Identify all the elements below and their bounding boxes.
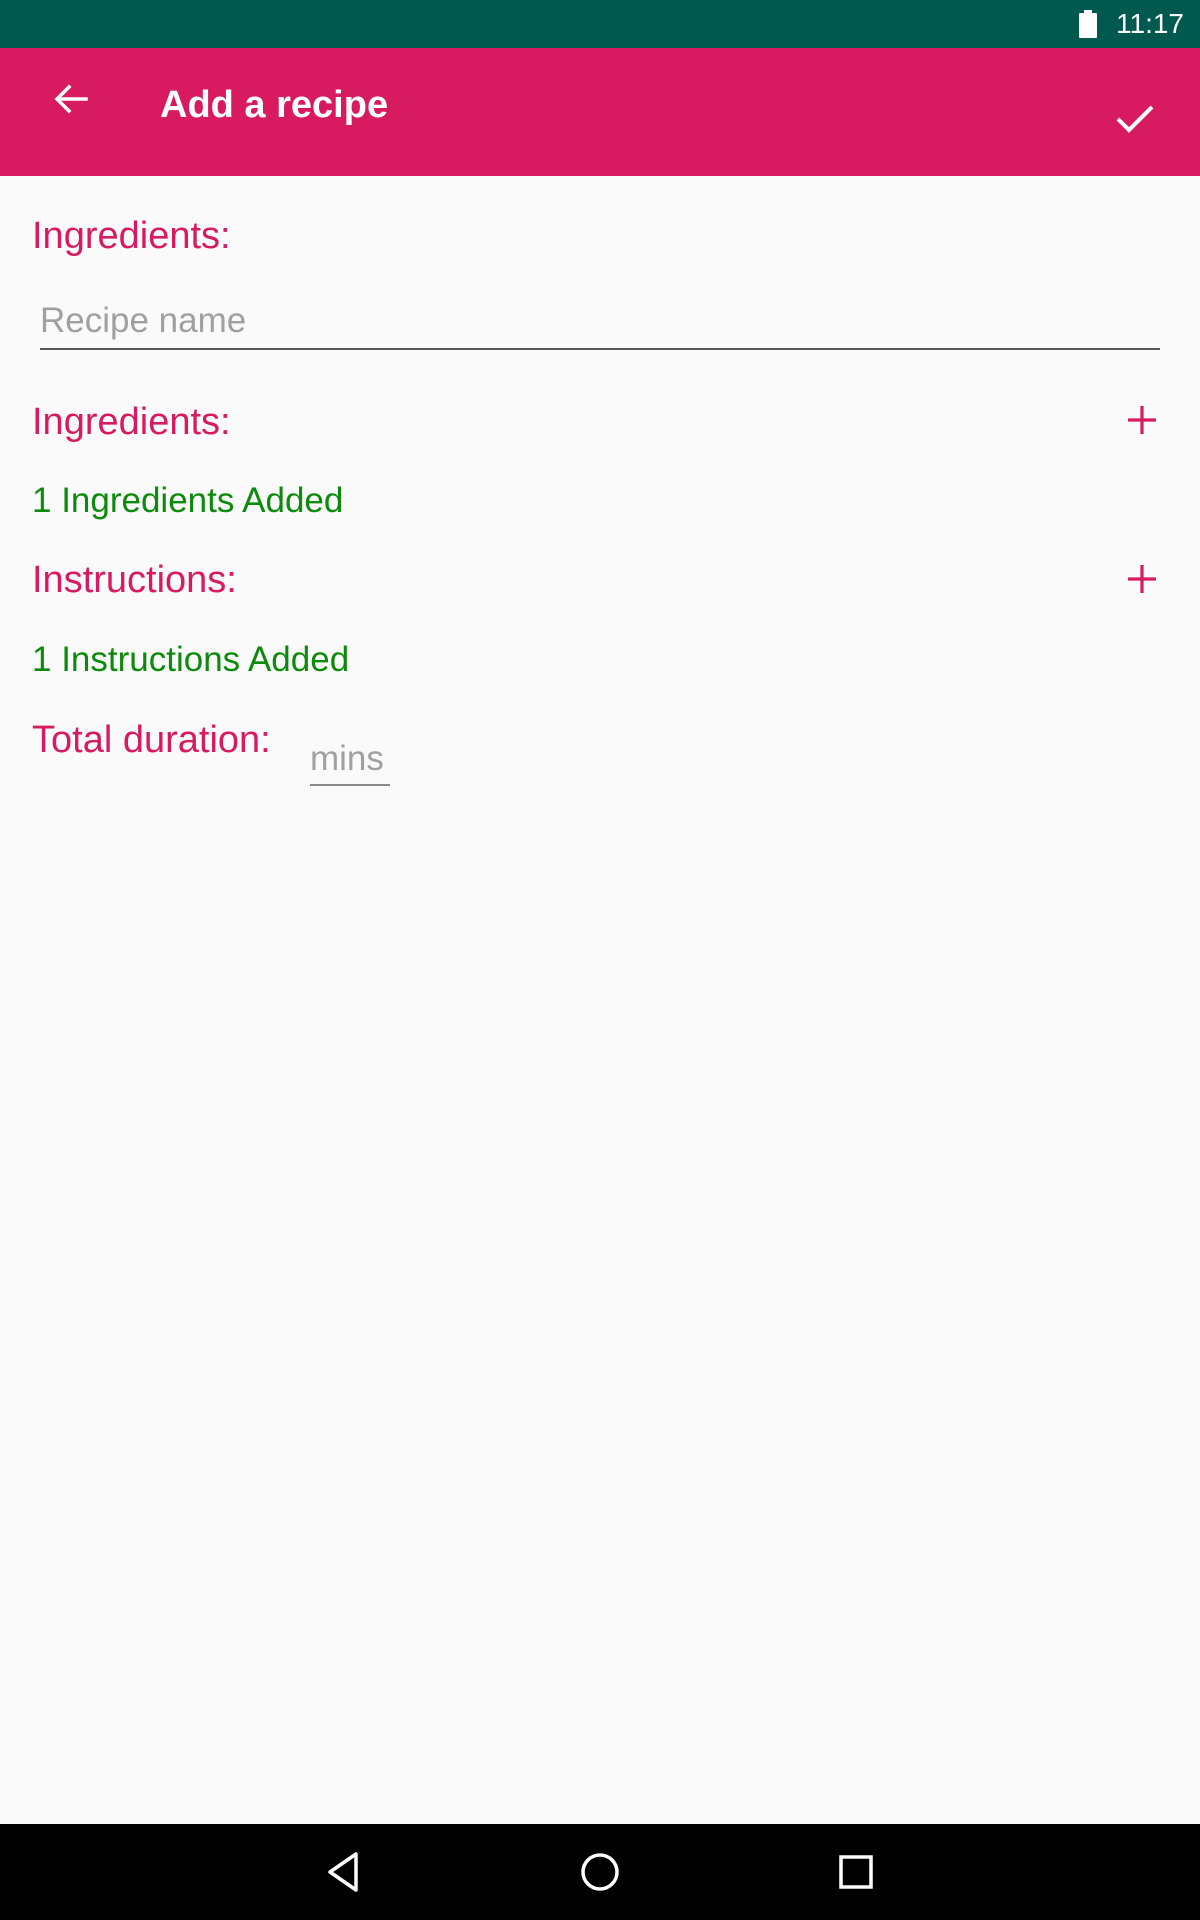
- app-bar: Add a recipe: [0, 48, 1200, 176]
- add-instruction-button[interactable]: [1118, 555, 1166, 603]
- page-title: Add a recipe: [160, 84, 389, 126]
- duration-input[interactable]: [310, 734, 390, 786]
- status-time: 11:17: [1116, 8, 1184, 39]
- recipe-name-input[interactable]: [40, 294, 1160, 350]
- back-button[interactable]: [38, 66, 104, 132]
- plus-icon: [1128, 406, 1156, 434]
- nav-recents-square-icon: [839, 1855, 873, 1889]
- ingredients-label: Ingredients:: [32, 401, 231, 443]
- instructions-status: 1 Instructions Added: [32, 640, 350, 679]
- arrow-back-icon: [54, 84, 88, 114]
- ingredients-status: 1 Ingredients Added: [32, 481, 344, 520]
- duration-label: Total duration:: [32, 719, 271, 761]
- add-recipe-screen: 11:17 Add a recipe Ingredients: Ingredie…: [0, 0, 1200, 1920]
- nav-home-button[interactable]: [570, 1842, 630, 1902]
- name-section-label: Ingredients:: [32, 215, 231, 257]
- instructions-label: Instructions:: [32, 559, 237, 601]
- nav-back-button[interactable]: [314, 1842, 374, 1902]
- check-icon: [1116, 105, 1154, 133]
- nav-recents-button[interactable]: [826, 1842, 886, 1902]
- nav-home-circle-icon: [581, 1853, 619, 1891]
- add-ingredient-button[interactable]: [1118, 396, 1166, 444]
- save-recipe-button[interactable]: [1102, 86, 1168, 152]
- status-bar: 11:17: [0, 0, 1200, 48]
- battery-full-icon: [1079, 10, 1097, 38]
- system-nav-bar: [0, 1824, 1200, 1920]
- plus-icon: [1128, 565, 1156, 593]
- nav-back-triangle-icon: [328, 1852, 358, 1892]
